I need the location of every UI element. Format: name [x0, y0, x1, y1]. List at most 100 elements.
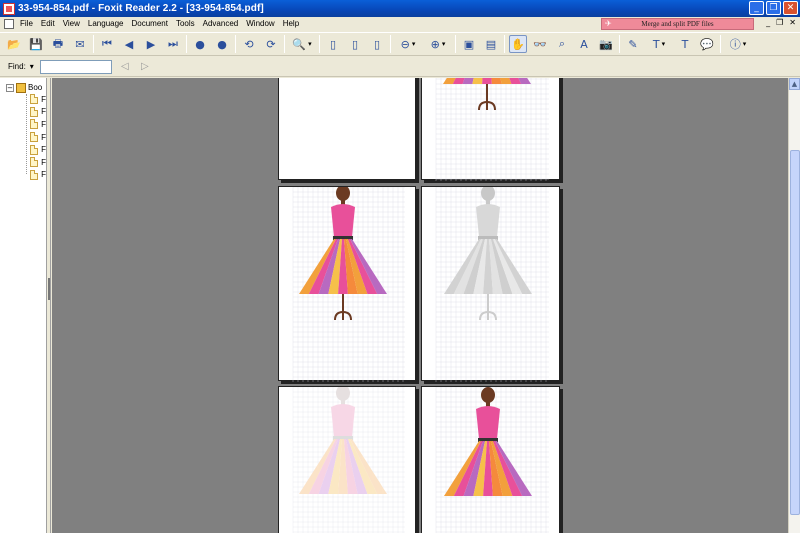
bookmark-folder-icon	[16, 82, 26, 93]
toolbar-separator	[235, 35, 236, 53]
foxit-app-icon	[3, 2, 15, 15]
tree-connector	[26, 94, 27, 174]
page-bookmark-icon	[30, 106, 39, 117]
last-page-icon[interactable]: ⏭	[164, 35, 182, 53]
doc-restore-button[interactable]: ❐	[776, 18, 783, 27]
typewriter-icon[interactable]: T	[676, 35, 694, 53]
bookmark-list: FFFFFFF	[0, 93, 46, 181]
save-icon[interactable]: 💾	[27, 35, 45, 53]
fit-page-icon[interactable]: ▣	[460, 35, 478, 53]
splitter-grip[interactable]	[48, 278, 50, 300]
toolbar-separator	[186, 35, 187, 53]
window-controls: _ ❐ ✕	[749, 1, 798, 15]
toolbar-separator	[93, 35, 94, 53]
menu-window[interactable]: Window	[242, 17, 278, 31]
fit-width-icon[interactable]: ▤	[482, 35, 500, 53]
main-toolbar: 📂💾🖶✉⏮◀▶⏭●●⟲⟳🔍▯▯▯⊖⊕▣▤✋👓⌕A📷✎TT💬ⓘ	[0, 32, 800, 56]
bookmark-item[interactable]: F	[30, 169, 46, 182]
bookmark-item[interactable]: F	[30, 106, 46, 119]
scroll-up-icon[interactable]: ▲	[789, 78, 800, 90]
menu-view[interactable]: View	[59, 17, 84, 31]
bookmark-root-label: Boo	[28, 83, 43, 92]
dress-illustration	[299, 387, 387, 494]
find-options-dropdown[interactable]: ▾	[30, 62, 34, 71]
continuous-page-icon[interactable]: ▯	[346, 35, 364, 53]
merge-split-promo-button[interactable]: ✈ Merge and split PDF files	[601, 18, 754, 30]
find-icon[interactable]: ⌕	[553, 35, 571, 53]
bookmark-item[interactable]: F	[30, 143, 46, 156]
find-next-icon[interactable]: ▷	[138, 60, 152, 73]
page-dress-bottom	[421, 78, 560, 181]
maximize-button[interactable]: ❐	[766, 1, 781, 15]
go-forward-icon[interactable]: ●	[213, 35, 231, 53]
rotate-left-icon[interactable]: ⟲	[240, 35, 258, 53]
menu-file[interactable]: File	[16, 17, 37, 31]
page-bookmark-icon	[30, 169, 39, 180]
scroll-thumb[interactable]	[790, 150, 800, 515]
print-icon[interactable]: 🖶	[49, 35, 67, 53]
pattern-grid	[435, 78, 549, 181]
next-page-icon[interactable]: ▶	[142, 35, 160, 53]
rotate-right-icon[interactable]: ⟳	[262, 35, 280, 53]
find-previous-icon[interactable]: ◁	[118, 60, 132, 73]
toolbar-separator	[455, 35, 456, 53]
email-icon[interactable]: ✉	[71, 35, 89, 53]
page-dress-dark	[421, 386, 560, 533]
first-page-icon[interactable]: ⏮	[98, 35, 116, 53]
bookmark-item[interactable]: F	[30, 131, 46, 144]
bookmark-item[interactable]: F	[30, 156, 46, 169]
title-bar: 33-954-854.pdf - Foxit Reader 2.2 - [33-…	[0, 0, 800, 17]
bookmark-label: F	[41, 94, 46, 104]
close-button[interactable]: ✕	[783, 1, 798, 15]
annotate-icon[interactable]: ✎	[624, 35, 642, 53]
find-input[interactable]	[39, 59, 112, 74]
doc-minimize-button[interactable]: _	[766, 18, 770, 27]
page-bookmark-icon	[30, 132, 39, 143]
vertical-scrollbar[interactable]: ▲	[788, 78, 800, 533]
hand-tool-icon[interactable]: ✋	[509, 35, 527, 53]
open-icon[interactable]: 📂	[5, 35, 23, 53]
menu-help[interactable]: Help	[279, 17, 303, 31]
bookmark-label: F	[41, 157, 46, 167]
bookmark-root[interactable]: − Boo	[6, 82, 46, 93]
single-page-icon[interactable]: ▯	[324, 35, 342, 53]
dress-illustration	[444, 387, 532, 496]
snapshot-icon[interactable]: 📷	[597, 35, 615, 53]
highlight-icon[interactable]: T	[646, 35, 672, 53]
page-bookmark-icon	[30, 144, 39, 155]
note-icon[interactable]: 💬	[698, 35, 716, 53]
toolbar-separator	[504, 35, 505, 53]
toolbar-separator	[390, 35, 391, 53]
bookmark-item[interactable]: F	[30, 93, 46, 106]
menu-tools[interactable]: Tools	[172, 17, 199, 31]
panel-splitter[interactable]	[47, 78, 51, 533]
zoom-out-icon[interactable]: ⊖	[395, 35, 421, 53]
menu-document[interactable]: Document	[127, 17, 171, 31]
bookmarks-panel: − Boo FFFFFFF	[0, 78, 47, 533]
page-dress-color	[278, 186, 416, 382]
text-select-icon[interactable]: A	[575, 35, 593, 53]
facing-page-icon[interactable]: ▯	[368, 35, 386, 53]
menu-edit[interactable]: Edit	[37, 17, 59, 31]
previous-page-icon[interactable]: ◀	[120, 35, 138, 53]
document-viewer[interactable]	[52, 78, 788, 533]
zoom-in-icon[interactable]: ⊕	[425, 35, 451, 53]
doc-close-button[interactable]: ✕	[789, 18, 796, 27]
toolbar-separator	[319, 35, 320, 53]
page-dress-gray	[421, 186, 560, 382]
bookmark-label: F	[41, 170, 46, 180]
go-back-icon[interactable]: ●	[191, 35, 209, 53]
menu-language[interactable]: Language	[84, 17, 128, 31]
bookmark-item[interactable]: F	[30, 118, 46, 131]
menu-advanced[interactable]: Advanced	[199, 17, 243, 31]
page-bookmark-icon	[30, 94, 39, 105]
page-dress-faded	[278, 386, 416, 533]
minimize-button[interactable]: _	[749, 1, 764, 15]
loupe-icon[interactable]: 👓	[531, 35, 549, 53]
document-window-controls: _ ❐ ✕	[766, 18, 796, 27]
info-icon[interactable]: ⓘ	[725, 35, 751, 53]
collapse-toggle-icon[interactable]: −	[6, 83, 14, 92]
promo-label: Merge and split PDF files	[641, 20, 714, 28]
zoom-icon[interactable]: 🔍	[289, 35, 315, 53]
page-bookmark-icon	[30, 119, 39, 130]
